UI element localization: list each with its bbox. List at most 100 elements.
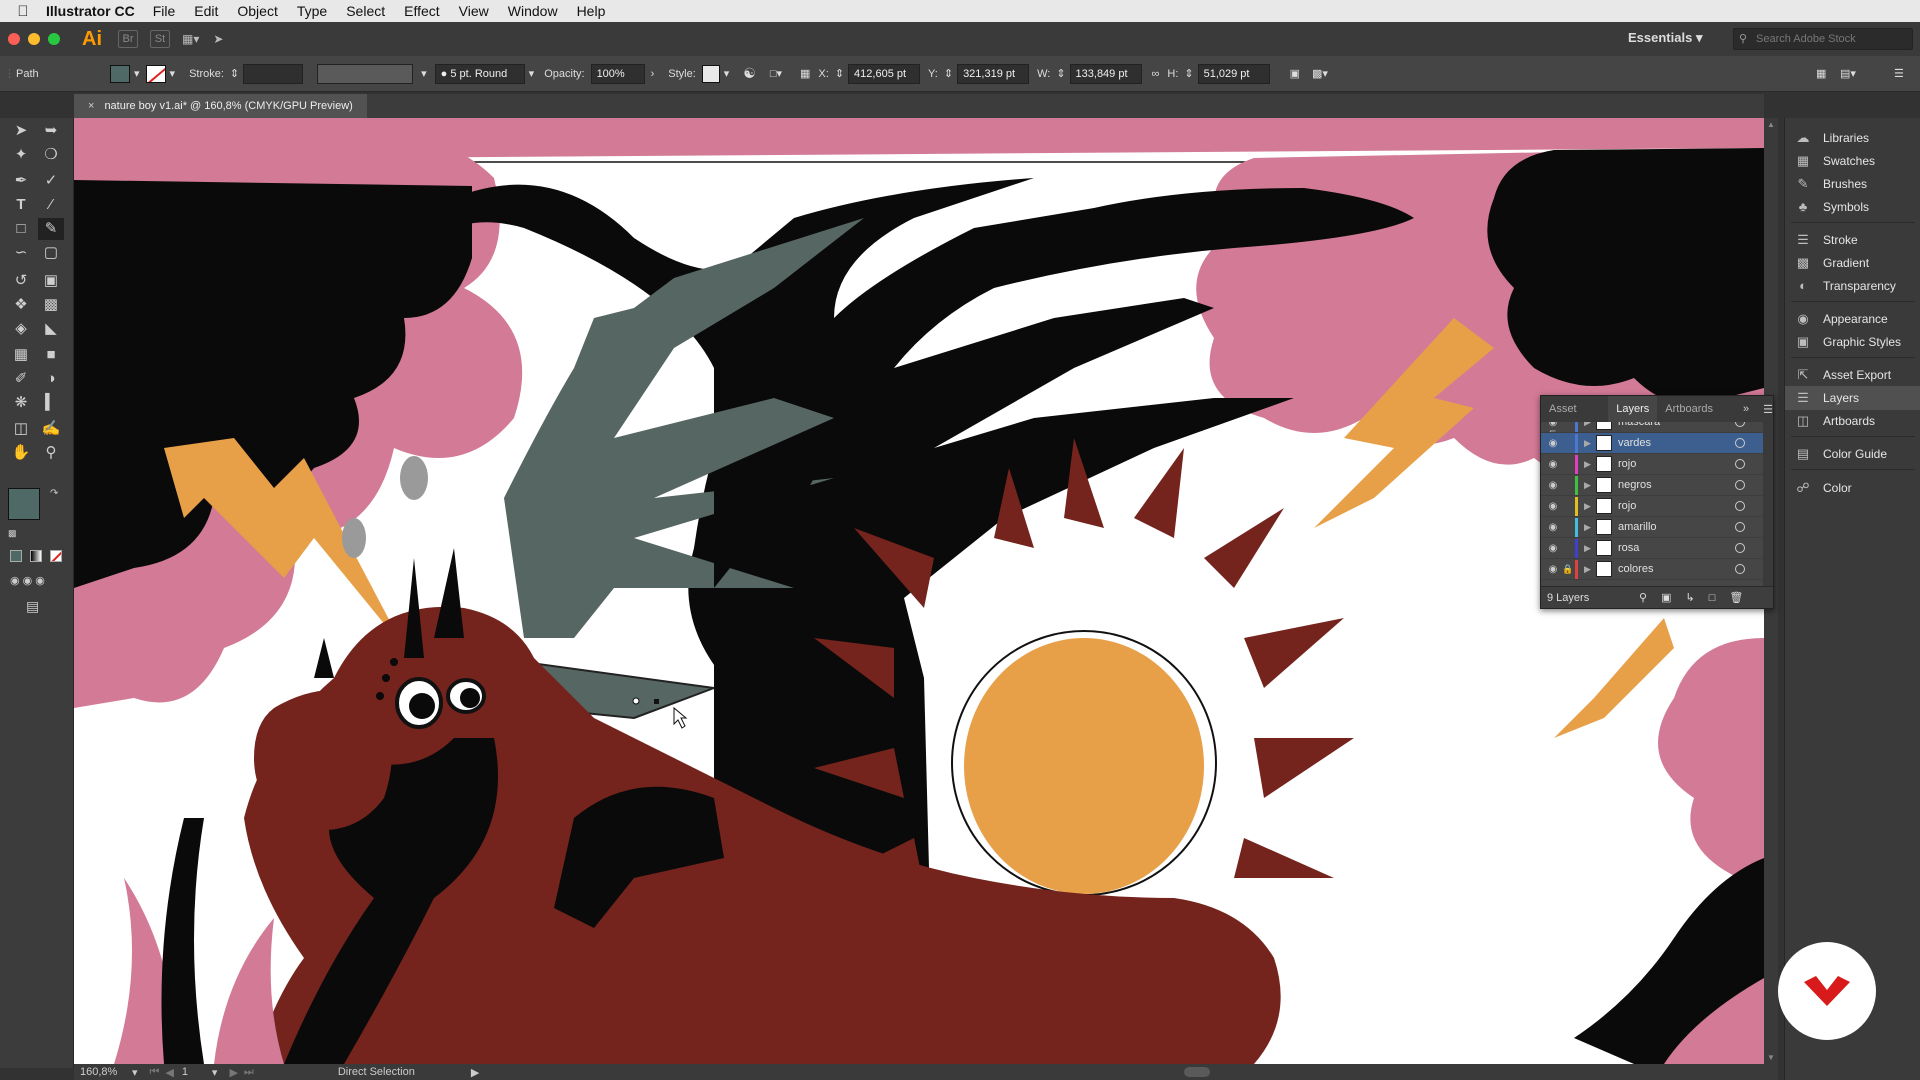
layer-row[interactable]: ◉ ▶ rosa [1541, 538, 1763, 559]
scroll-down-icon[interactable]: ▼ [1767, 1053, 1775, 1062]
gpu-performance-icon[interactable]: ➤ [213, 32, 223, 46]
none-mode-icon[interactable] [50, 550, 62, 562]
screen-mode-icon[interactable]: ▤ [26, 598, 39, 615]
transform-icon[interactable]: ▣ [1290, 67, 1300, 80]
menu-file[interactable]: File [153, 3, 176, 19]
dock-swatches[interactable]: ▦ Swatches [1785, 149, 1920, 173]
layer-name[interactable]: mascara [1618, 422, 1735, 428]
blend-tool-icon[interactable]: ◑ [38, 368, 64, 390]
tab-layers[interactable]: Layers [1608, 396, 1658, 422]
slice-tool-icon[interactable]: ✍ [38, 418, 64, 440]
shaper-tool-icon[interactable]: ∽ [8, 242, 34, 264]
artboard-canvas[interactable] [74, 118, 1764, 1064]
stock-icon[interactable]: St [150, 30, 170, 48]
scroll-up-icon[interactable]: ▲ [1767, 120, 1775, 129]
column-graph-icon[interactable]: ▍ [38, 392, 64, 414]
stepper-icon[interactable]: ⇕ [230, 67, 239, 80]
hand-tool-icon[interactable]: ✋ [8, 442, 34, 464]
menu-edit[interactable]: Edit [194, 3, 218, 19]
visibility-eye-icon[interactable]: ◉ [1545, 543, 1561, 554]
target-circle-icon[interactable] [1735, 501, 1745, 511]
gradient-mode-icon[interactable] [30, 550, 42, 562]
y-field[interactable]: 321,319 pt [957, 63, 1030, 84]
dock-color[interactable]: ☍ Color [1785, 476, 1920, 500]
dock-layers[interactable]: ☰ Layers [1785, 386, 1920, 410]
align-panel-icon[interactable]: ▤▾ [1840, 67, 1856, 80]
direct-selection-tool-icon[interactable]: ➥ [38, 120, 64, 142]
shape-builder-tool-icon[interactable]: ◈ [8, 318, 34, 340]
chevron-down-icon[interactable]: ▾ [421, 67, 427, 80]
gradient-tool-icon[interactable]: ■ [38, 344, 64, 366]
visibility-eye-icon[interactable]: ◉ [1545, 480, 1561, 491]
layer-name[interactable]: negros [1618, 479, 1735, 491]
w-field[interactable]: 133,849 pt [1069, 63, 1142, 84]
width-tool-icon[interactable]: ❖ [8, 294, 34, 316]
stepper-icon[interactable]: ⇕ [1056, 67, 1065, 80]
layer-name[interactable]: rosa [1618, 542, 1735, 554]
panel-menu-icon[interactable]: ☰ [1894, 67, 1904, 80]
swap-fill-stroke-icon[interactable]: ↷ [50, 488, 58, 499]
x-field[interactable]: 412,605 pt [848, 63, 921, 84]
minimize-window-button[interactable] [28, 33, 40, 45]
menu-type[interactable]: Type [297, 3, 327, 19]
opacity-field[interactable]: 100% [590, 63, 645, 84]
bridge-icon[interactable]: Br [118, 30, 138, 48]
tab-artboards[interactable]: Artboards [1657, 396, 1721, 422]
line-tool-icon[interactable]: ⁄ [38, 194, 64, 216]
arrange-icon[interactable]: ▦ [1816, 67, 1826, 80]
expand-arrow-icon[interactable]: ▶ [1584, 422, 1596, 428]
artboard-number-field[interactable]: 1 [182, 1066, 212, 1078]
layer-name[interactable]: rojo [1618, 500, 1735, 512]
layer-name[interactable]: colores [1618, 563, 1735, 575]
close-tab-icon[interactable]: × [88, 94, 94, 118]
dock-graphic-styles[interactable]: ▣ Graphic Styles [1785, 330, 1920, 354]
curvature-tool-icon[interactable]: ✓ [38, 170, 64, 192]
isolate-icon[interactable]: ▩▾ [1312, 67, 1328, 80]
layer-name[interactable]: vardes [1618, 437, 1735, 449]
drawing-modes-icon[interactable]: ◉ ◉ ◉ [10, 574, 45, 587]
visibility-eye-icon[interactable]: ◉ [1545, 501, 1561, 512]
stepper-icon[interactable]: ⇕ [1184, 67, 1193, 80]
current-tool-status[interactable]: Direct Selection [338, 1066, 415, 1078]
layer-name[interactable]: amarillo [1618, 521, 1735, 533]
target-circle-icon[interactable] [1735, 522, 1745, 532]
new-layer-icon[interactable]: □ [1709, 592, 1716, 604]
collapse-panel-icon[interactable]: » [1743, 403, 1749, 415]
lock-icon[interactable]: 🔒 [1561, 564, 1575, 575]
menu-select[interactable]: Select [346, 3, 385, 19]
visibility-eye-icon[interactable]: ◉ [1545, 459, 1561, 470]
lasso-tool-icon[interactable]: ❍ [38, 144, 64, 166]
dock-stroke[interactable]: ☰ Stroke [1785, 228, 1920, 252]
stepper-icon[interactable]: ⇕ [944, 67, 953, 80]
menu-view[interactable]: View [459, 3, 489, 19]
layer-row[interactable]: ◉ ▶ amarillo [1541, 517, 1763, 538]
layers-scrollbar[interactable] [1763, 422, 1773, 586]
menu-help[interactable]: Help [577, 3, 606, 19]
menu-effect[interactable]: Effect [404, 3, 440, 19]
default-fill-stroke-icon[interactable]: ▩ [8, 528, 17, 539]
expand-arrow-icon[interactable]: ▶ [1584, 438, 1596, 449]
color-mode-icon[interactable] [10, 550, 22, 562]
eyedropper-tool-icon[interactable]: ✐ [8, 368, 34, 390]
zoom-level-field[interactable]: 160,8% [74, 1066, 132, 1078]
perspective-grid-icon[interactable]: ◣ [38, 318, 64, 340]
variable-width-profile[interactable] [317, 63, 414, 84]
scale-tool-icon[interactable]: ▣ [38, 270, 64, 292]
align-icon[interactable]: ▦ [800, 67, 810, 80]
visibility-eye-icon[interactable]: ◉ [1545, 422, 1561, 428]
app-menu[interactable]: Illustrator CC [46, 3, 135, 19]
fill-color-swatch[interactable] [8, 488, 40, 520]
target-circle-icon[interactable] [1735, 422, 1745, 427]
document-tab[interactable]: × nature boy v1.ai* @ 160,8% (CMYK/GPU P… [74, 94, 367, 118]
chevron-down-icon[interactable]: ▾ [724, 67, 730, 80]
layer-row[interactable]: ◉ ▶ vardes [1541, 433, 1763, 454]
expand-arrow-icon[interactable]: ▶ [1584, 564, 1596, 575]
first-artboard-icon[interactable]: ⏮ [150, 1066, 160, 1079]
mesh-tool-icon[interactable]: ▦ [8, 344, 34, 366]
layer-row[interactable]: ◉ 🔒 ▶ colores [1541, 559, 1763, 580]
rotate-tool-icon[interactable]: ↺ [8, 270, 34, 292]
menu-window[interactable]: Window [508, 3, 558, 19]
panel-menu-icon[interactable]: ☰ [1763, 403, 1773, 416]
dock-brushes[interactable]: ✎ Brushes [1785, 172, 1920, 196]
expand-arrow-icon[interactable]: ▶ [1584, 522, 1596, 533]
